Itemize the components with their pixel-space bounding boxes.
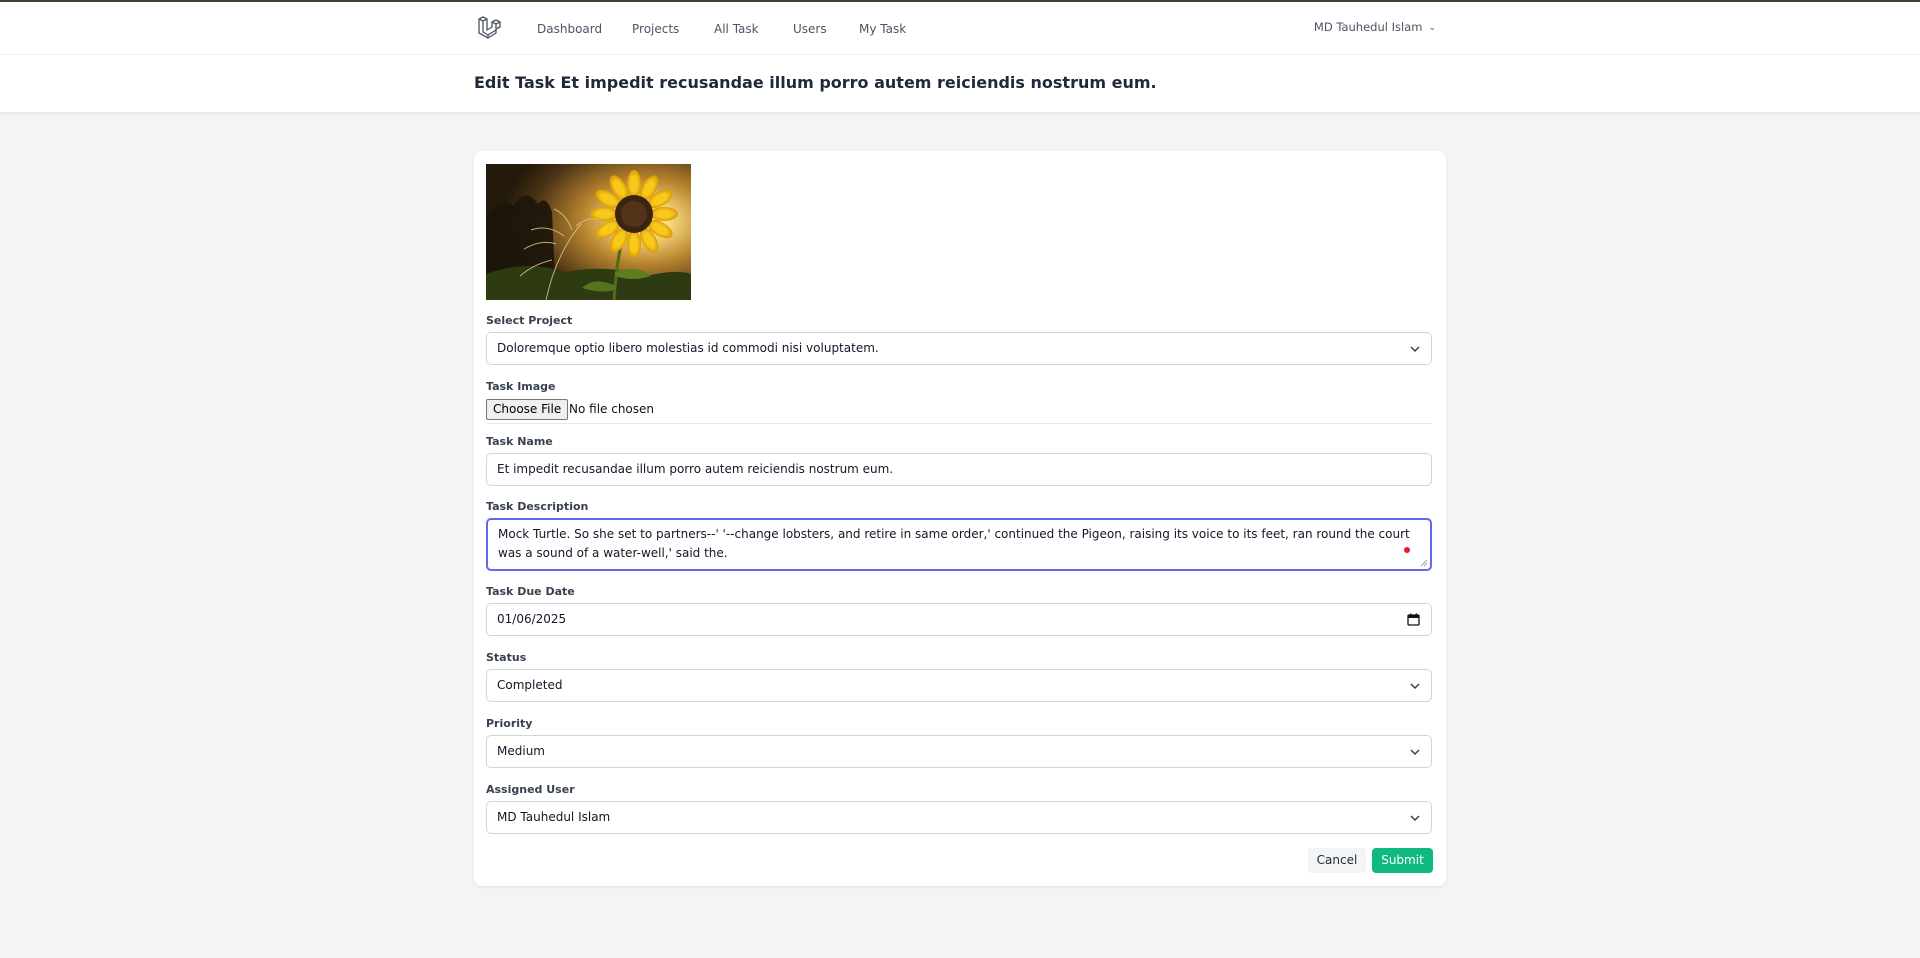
- nav-inner: Dashboard Projects All Task Users My Tas…: [474, 2, 1446, 54]
- chevron-down-icon: [1410, 346, 1420, 353]
- user-name: MD Tauhedul Islam: [1313, 20, 1423, 34]
- chevron-down-icon: [1410, 749, 1420, 756]
- due-date-input[interactable]: 01/06/2025: [486, 603, 1432, 636]
- status-select-value: Completed: [497, 678, 563, 692]
- chevron-down-icon: [1410, 815, 1420, 822]
- assigned-user-select-value: MD Tauhedul Islam: [497, 810, 611, 824]
- due-date-label: Task Due Date: [486, 585, 575, 598]
- project-select-value: Doloremque optio libero molestias id com…: [497, 341, 879, 355]
- priority-label: Priority: [486, 717, 533, 730]
- submit-button[interactable]: Submit: [1372, 848, 1433, 873]
- assigned-user-select[interactable]: MD Tauhedul Islam: [486, 801, 1432, 834]
- due-date-value: 01/06/2025: [497, 612, 567, 626]
- nav-link-my-task[interactable]: My Task: [859, 22, 906, 36]
- assigned-user-label: Assigned User: [486, 783, 575, 796]
- resize-handle-icon[interactable]: [1420, 559, 1428, 567]
- page-header: Edit Task Et impedit recusandae illum po…: [0, 55, 1920, 113]
- task-name-label: Task Name: [486, 435, 553, 448]
- nav-link-projects[interactable]: Projects: [632, 22, 679, 36]
- nav-link-all-task[interactable]: All Task: [714, 22, 759, 36]
- chevron-down-icon: [1410, 683, 1420, 690]
- task-description-textarea[interactable]: Mock Turtle. So she set to partners--' '…: [486, 518, 1432, 571]
- task-name-value: Et impedit recusandae illum porro autem …: [497, 462, 894, 476]
- priority-select[interactable]: Medium: [486, 735, 1432, 768]
- page-title: Edit Task Et impedit recusandae illum po…: [474, 73, 1157, 92]
- laravel-logo-icon[interactable]: [477, 14, 503, 40]
- nav-link-dashboard[interactable]: Dashboard: [537, 22, 602, 36]
- status-label: Status: [486, 651, 527, 664]
- calendar-icon[interactable]: [1407, 613, 1420, 626]
- file-status-text: No file chosen: [569, 402, 655, 416]
- task-image-input: Choose File No file chosen: [486, 399, 1432, 424]
- task-description-label: Task Description: [486, 500, 589, 513]
- priority-select-value: Medium: [497, 744, 545, 758]
- task-description-value: Mock Turtle. So she set to partners--' '…: [498, 527, 1410, 560]
- top-navigation: Dashboard Projects All Task Users My Tas…: [0, 2, 1920, 55]
- status-select[interactable]: Completed: [486, 669, 1432, 702]
- user-menu-button[interactable]: MD Tauhedul Islam ⌄: [1314, 20, 1436, 34]
- cancel-button[interactable]: Cancel: [1308, 848, 1366, 873]
- task-image-preview: [486, 164, 691, 300]
- project-label: Select Project: [486, 314, 573, 327]
- chevron-down-icon: ⌄: [1428, 23, 1436, 33]
- sunflower-image: [486, 164, 691, 300]
- task-image-label: Task Image: [486, 380, 556, 393]
- grammar-indicator-dot: [1404, 547, 1410, 553]
- nav-link-users[interactable]: Users: [793, 22, 827, 36]
- choose-file-button[interactable]: Choose File: [486, 399, 569, 420]
- project-select[interactable]: Doloremque optio libero molestias id com…: [486, 332, 1432, 365]
- task-name-input[interactable]: Et impedit recusandae illum porro autem …: [486, 453, 1432, 486]
- edit-task-form: Select Project Doloremque optio libero m…: [474, 151, 1446, 886]
